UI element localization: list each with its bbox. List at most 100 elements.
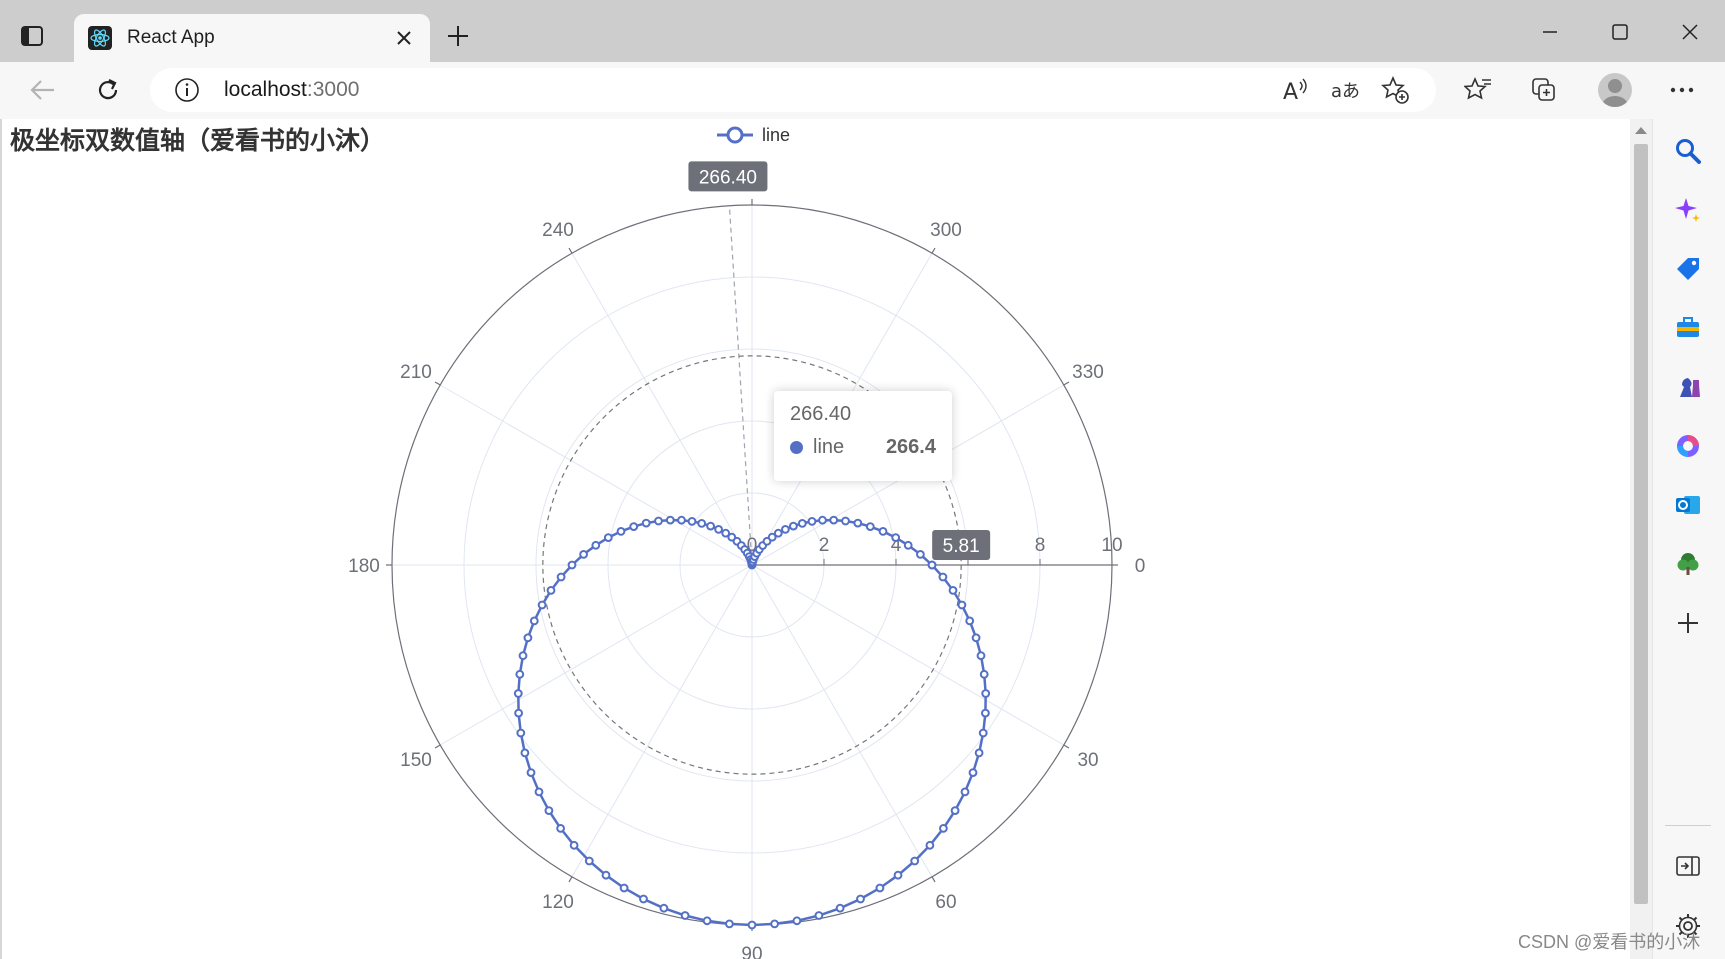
tree-icon[interactable]	[1671, 547, 1705, 581]
vertical-scrollbar[interactable]	[1630, 119, 1652, 959]
angle-tick	[1063, 744, 1070, 749]
angle-tick-label: 120	[542, 892, 574, 913]
series-point	[665, 515, 675, 525]
series-point	[603, 533, 613, 543]
address-bar[interactable]: localhost:3000 A aあ	[150, 68, 1436, 112]
series-point	[518, 651, 528, 661]
read-aloud-icon[interactable]: A	[1280, 75, 1310, 105]
page-content: 0306090120150180210240270300330024681026…	[0, 119, 1630, 959]
series-point	[891, 533, 901, 543]
series-point	[981, 689, 991, 698]
series-point	[706, 521, 715, 531]
series-point	[629, 522, 639, 532]
series-point	[520, 748, 530, 758]
series-point	[974, 748, 984, 758]
series-point	[641, 518, 651, 528]
series-point	[584, 856, 594, 866]
close-tab-icon[interactable]	[392, 26, 416, 50]
series-point	[965, 616, 975, 626]
angle-tick-label: 150	[400, 750, 432, 771]
series-point	[747, 920, 757, 930]
angle-tick-label: 30	[1077, 750, 1098, 771]
site-info-icon[interactable]	[174, 77, 200, 103]
series-point	[526, 768, 536, 777]
angle-tick	[568, 876, 573, 883]
series-point	[687, 517, 697, 526]
series-point	[619, 883, 629, 893]
games-chess-icon[interactable]	[1671, 370, 1705, 404]
refresh-icon[interactable]	[90, 72, 126, 108]
series-point	[814, 911, 824, 920]
series-point	[537, 600, 547, 610]
new-tab-icon[interactable]	[444, 22, 472, 50]
series-point	[534, 787, 544, 797]
series-marker	[790, 441, 803, 454]
radius-tick-label: 2	[819, 535, 830, 556]
hide-sidebar-icon[interactable]	[1671, 849, 1705, 883]
minimize-icon[interactable]	[1530, 18, 1570, 46]
series-point	[981, 708, 990, 718]
angle-tick-label: 0	[1135, 556, 1146, 577]
series-point	[544, 806, 554, 815]
series-point	[853, 518, 863, 528]
series-point	[835, 903, 845, 913]
series-point	[725, 919, 734, 929]
tab-actions-icon[interactable]	[18, 22, 46, 50]
series-point	[829, 515, 839, 525]
series-point	[792, 916, 802, 926]
series-point	[781, 525, 790, 534]
series-point	[789, 521, 798, 531]
angle-tick-label: 210	[400, 362, 432, 383]
series-point	[875, 883, 885, 893]
series-point	[697, 519, 707, 528]
sidebar-divider	[1665, 825, 1711, 826]
radius-pointer-label: 5.81	[943, 536, 980, 557]
angle-tick	[434, 744, 441, 749]
svg-text:A: A	[1283, 80, 1298, 103]
series-point	[893, 870, 903, 880]
maximize-icon[interactable]	[1600, 18, 1640, 46]
series-point	[976, 651, 986, 661]
edge-sidebar	[1652, 119, 1725, 959]
angle-gridline	[751, 564, 933, 878]
collections-icon[interactable]	[1526, 72, 1562, 108]
copilot-sparkle-icon[interactable]	[1671, 193, 1705, 227]
series-point	[938, 572, 948, 582]
favorites-icon[interactable]	[1460, 72, 1496, 108]
add-sidebar-app-icon[interactable]	[1671, 606, 1705, 640]
search-icon[interactable]	[1671, 134, 1705, 168]
series-point	[978, 728, 988, 738]
microsoft-365-icon[interactable]	[1671, 429, 1705, 463]
angle-tick	[568, 247, 573, 254]
series-point	[939, 824, 948, 833]
series-point	[927, 560, 937, 570]
scroll-up-icon[interactable]	[1635, 127, 1647, 134]
translate-icon[interactable]: aあ	[1330, 75, 1360, 105]
angle-tick-label: 180	[348, 556, 380, 577]
tab-strip: React App	[0, 0, 1725, 62]
angle-tick	[931, 247, 936, 254]
chart-legend[interactable]: line	[716, 123, 790, 147]
series-point	[773, 528, 783, 538]
tab-react-app[interactable]: React App	[74, 14, 430, 62]
chart-tooltip: 266.40 line 266.4	[774, 391, 952, 481]
angle-tick	[931, 876, 936, 883]
url-text: localhost:3000	[224, 78, 360, 101]
back-arrow-icon[interactable]	[24, 72, 60, 108]
angle-tick-label: 240	[542, 220, 574, 241]
angle-gridline	[439, 564, 753, 746]
scroll-thumb[interactable]	[1634, 144, 1648, 904]
series-point	[654, 516, 663, 526]
series-point	[841, 516, 850, 526]
angle-gridline	[571, 564, 753, 878]
close-window-icon[interactable]	[1670, 18, 1710, 46]
react-logo-icon	[88, 26, 112, 50]
tools-briefcase-icon[interactable]	[1671, 311, 1705, 345]
profile-avatar[interactable]	[1598, 73, 1632, 107]
series-point	[910, 856, 920, 866]
shopping-tag-icon[interactable]	[1671, 252, 1705, 286]
polar-chart[interactable]: 0306090120150180210240270300330024681026…	[2, 119, 1630, 959]
outlook-icon[interactable]	[1671, 488, 1705, 522]
more-options-icon[interactable]	[1664, 72, 1700, 108]
add-favorite-icon[interactable]	[1380, 75, 1410, 105]
